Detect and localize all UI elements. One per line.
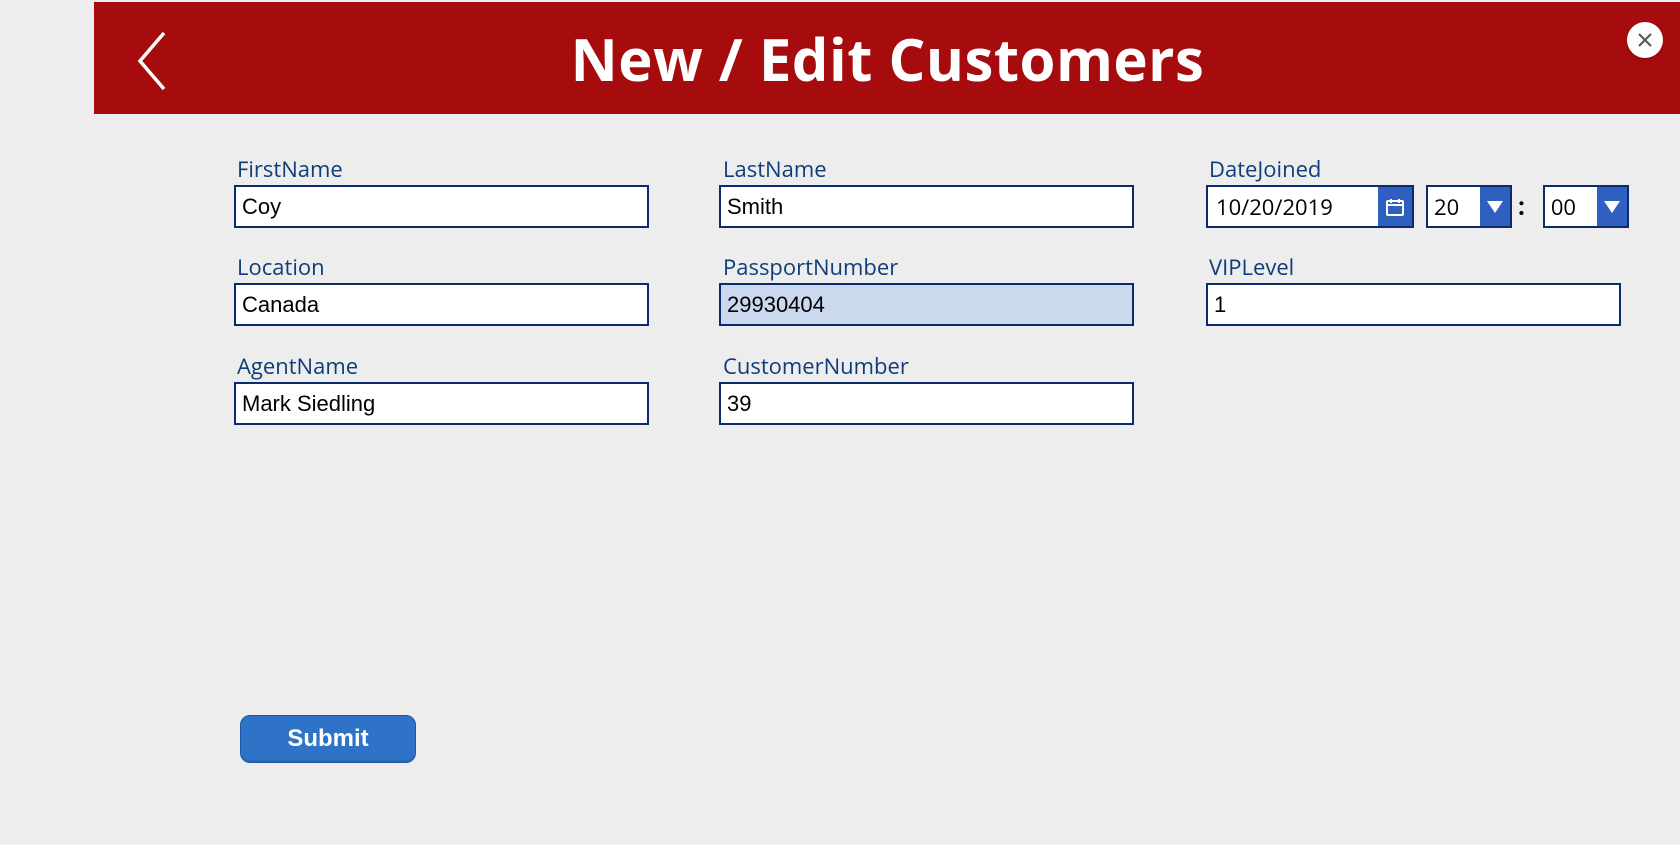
agentname-label: AgentName (237, 351, 358, 381)
passportnumber-label: PassportNumber (723, 252, 898, 282)
time-separator: : (1518, 190, 1525, 223)
chevron-left-icon (134, 29, 170, 93)
datejoined-widget: 10/20/2019 20 : 00 (1206, 185, 1629, 228)
firstname-label: FirstName (237, 154, 343, 184)
calendar-icon (1385, 197, 1405, 217)
passportnumber-input[interactable] (719, 283, 1134, 326)
date-value: 10/20/2019 (1208, 192, 1378, 222)
date-picker-button[interactable] (1378, 187, 1412, 226)
minute-select[interactable]: 00 (1543, 185, 1629, 228)
viplevel-input[interactable] (1206, 283, 1621, 326)
submit-button[interactable]: Submit (240, 715, 416, 763)
close-icon (1637, 32, 1653, 48)
chevron-down-icon (1487, 201, 1503, 213)
lastname-input[interactable] (719, 185, 1134, 228)
page-header: New / Edit Customers (94, 2, 1680, 114)
minute-value: 00 (1545, 192, 1597, 222)
location-label: Location (237, 252, 325, 282)
hour-select[interactable]: 20 (1426, 185, 1512, 228)
chevron-down-icon (1604, 201, 1620, 213)
viplevel-label: VIPLevel (1209, 252, 1294, 282)
close-button[interactable] (1627, 22, 1663, 58)
hour-dropdown-button[interactable] (1480, 187, 1510, 226)
location-input[interactable] (234, 283, 649, 326)
customernumber-input[interactable] (719, 382, 1134, 425)
app-window: New / Edit Customers FirstName LastName … (94, 2, 1680, 845)
lastname-label: LastName (723, 154, 827, 184)
firstname-input[interactable] (234, 185, 649, 228)
customernumber-label: CustomerNumber (723, 351, 909, 381)
date-box[interactable]: 10/20/2019 (1206, 185, 1414, 228)
hour-value: 20 (1428, 192, 1480, 222)
datejoined-label: DateJoined (1209, 154, 1321, 184)
page-title: New / Edit Customers (571, 19, 1205, 98)
back-button[interactable] (122, 26, 182, 96)
agentname-input[interactable] (234, 382, 649, 425)
minute-dropdown-button[interactable] (1597, 187, 1627, 226)
